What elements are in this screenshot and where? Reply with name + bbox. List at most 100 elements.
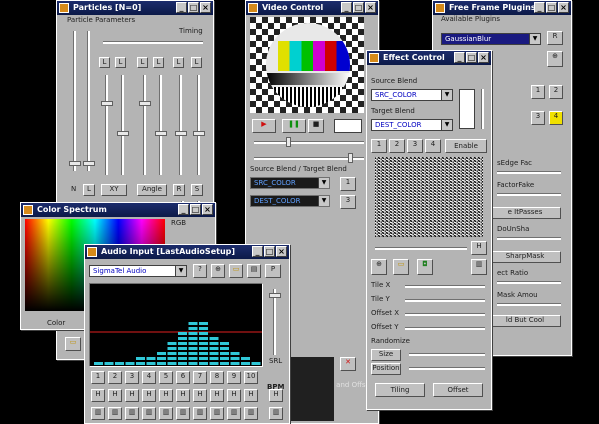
param-slider-6[interactable] (159, 75, 162, 175)
random-size-slider[interactable] (409, 353, 485, 356)
slider-thumb[interactable] (139, 101, 151, 106)
close-icon[interactable]: × (200, 2, 211, 13)
param-slider[interactable] (497, 303, 561, 306)
effect-titlebar[interactable]: Effect Control _ □ × (367, 51, 491, 65)
offset-y-slider[interactable] (405, 327, 485, 330)
minimize-icon[interactable]: _ (176, 2, 187, 13)
audio-h-button[interactable]: H (125, 389, 139, 402)
param-button[interactable]: e ItPasses (489, 207, 561, 219)
minimize-icon[interactable]: _ (178, 204, 189, 215)
pause-button[interactable]: ❚❚ (282, 119, 306, 133)
video-num-button-1[interactable]: 1 (340, 177, 356, 191)
slider-thumb[interactable] (117, 131, 129, 136)
audio-num-button[interactable]: 4 (142, 371, 156, 384)
param-slider[interactable] (497, 237, 561, 240)
trash-icon[interactable]: ▥ (210, 407, 224, 420)
h-button[interactable]: H (471, 241, 487, 255)
trash-icon[interactable]: ▥ (269, 407, 283, 420)
slider-thumb[interactable] (286, 137, 291, 147)
slider-thumb[interactable] (83, 161, 95, 166)
size-button[interactable]: Size (371, 349, 401, 361)
slider-thumb[interactable] (155, 131, 167, 136)
random-position-slider[interactable] (409, 367, 485, 370)
video-color-swatch[interactable] (334, 119, 362, 133)
folder-icon[interactable]: ▭ (229, 264, 243, 278)
l-bottom-button[interactable]: L (83, 184, 95, 196)
trash-icon[interactable]: ▥ (193, 407, 207, 420)
record-button[interactable]: ▶ (252, 119, 276, 133)
trash-icon[interactable]: ▥ (91, 407, 105, 420)
l-button-2[interactable]: L (115, 57, 126, 68)
ffp-num-3[interactable]: 3 (531, 111, 545, 125)
minimize-icon[interactable]: _ (341, 2, 352, 13)
minimize-icon[interactable]: _ (454, 52, 465, 63)
minimize-icon[interactable]: _ (252, 246, 263, 257)
trash-icon[interactable]: ▥ (176, 407, 190, 420)
param-slider[interactable] (497, 193, 561, 196)
ffp-num-4[interactable]: 4 (549, 111, 563, 125)
maximize-icon[interactable]: □ (466, 52, 477, 63)
effect-num-2[interactable]: 2 (389, 139, 405, 153)
tiling-button[interactable]: Tiling (375, 383, 425, 397)
audio-num-button[interactable]: 7 (193, 371, 207, 384)
param-button[interactable]: ld But Cool (489, 315, 561, 327)
offset-button[interactable]: Offset (433, 383, 483, 397)
xy-button[interactable]: XY (101, 184, 127, 196)
gain-slider[interactable] (273, 289, 276, 355)
camera-icon[interactable]: ◘ (417, 259, 433, 275)
save-icon[interactable]: ▤ (247, 264, 261, 278)
audio-num-button[interactable]: 3 (125, 371, 139, 384)
audio-h-button[interactable]: H (159, 389, 173, 402)
trash-icon[interactable]: ▥ (159, 407, 173, 420)
slider-thumb[interactable] (175, 131, 187, 136)
audio-device-select[interactable]: SigmaTel Audio (89, 265, 187, 277)
trash-icon[interactable]: ▥ (142, 407, 156, 420)
trash-icon[interactable]: ▥ (244, 407, 258, 420)
maximize-icon[interactable]: □ (188, 2, 199, 13)
trash-icon[interactable]: ▥ (471, 259, 487, 275)
video-close-button[interactable]: ✕ (340, 357, 356, 371)
param-slider[interactable] (497, 171, 561, 174)
tile-y-slider[interactable] (405, 299, 485, 302)
param-slider-7[interactable] (179, 75, 182, 175)
trash-icon[interactable]: ▥ (108, 407, 122, 420)
minimize-icon[interactable]: _ (534, 2, 545, 13)
spectrum-titlebar[interactable]: Color Spectrum _ □ × (21, 203, 215, 217)
particles-titlebar[interactable]: Particles [N=0] _ □ × (57, 1, 213, 15)
maximize-icon[interactable]: □ (190, 204, 201, 215)
trash-icon[interactable]: ▥ (227, 407, 241, 420)
param-slider[interactable] (497, 281, 561, 284)
close-icon[interactable]: × (202, 204, 213, 215)
audio-h-button[interactable]: H (176, 389, 190, 402)
slider-thumb[interactable] (348, 153, 353, 163)
add-effect-button[interactable]: ⊕ (371, 259, 387, 275)
param-slider-1[interactable] (73, 31, 76, 171)
audio-num-button[interactable]: 9 (227, 371, 241, 384)
add-plugin-button[interactable]: ⊕ (547, 51, 563, 67)
audio-num-button[interactable]: 5 (159, 371, 173, 384)
effect-num-4[interactable]: 4 (425, 139, 441, 153)
ffp-num-2[interactable]: 2 (549, 85, 563, 99)
param-button[interactable]: SharpMask (489, 251, 561, 263)
help-button[interactable]: ? (193, 264, 207, 278)
audio-num-button[interactable]: 10 (244, 371, 258, 384)
maximize-icon[interactable]: □ (546, 2, 557, 13)
slider-thumb[interactable] (269, 293, 281, 298)
angle-button[interactable]: Angle (137, 184, 167, 196)
param-slider-4[interactable] (121, 75, 124, 175)
effect-color-swatch[interactable] (459, 89, 475, 129)
p-button[interactable]: P (265, 264, 281, 278)
audio-num-button[interactable]: 2 (108, 371, 122, 384)
audio-num-button[interactable]: 8 (210, 371, 224, 384)
video-num-button-3[interactable]: 3 (340, 195, 356, 209)
audio-num-button[interactable]: 1 (91, 371, 105, 384)
stop-button[interactable]: ■ (308, 119, 324, 133)
offset-x-slider[interactable] (405, 313, 485, 316)
ffp-titlebar[interactable]: Free Frame Plugins _ □ × (433, 1, 571, 15)
l-button-3[interactable]: L (137, 57, 148, 68)
video-titlebar[interactable]: Video Control _ □ × (246, 1, 378, 15)
l-button-5[interactable]: L (173, 57, 184, 68)
video-target-blend-select[interactable]: DEST_COLOR (250, 195, 330, 207)
add-icon[interactable]: ⊕ (211, 264, 225, 278)
tile-x-slider[interactable] (405, 285, 485, 288)
